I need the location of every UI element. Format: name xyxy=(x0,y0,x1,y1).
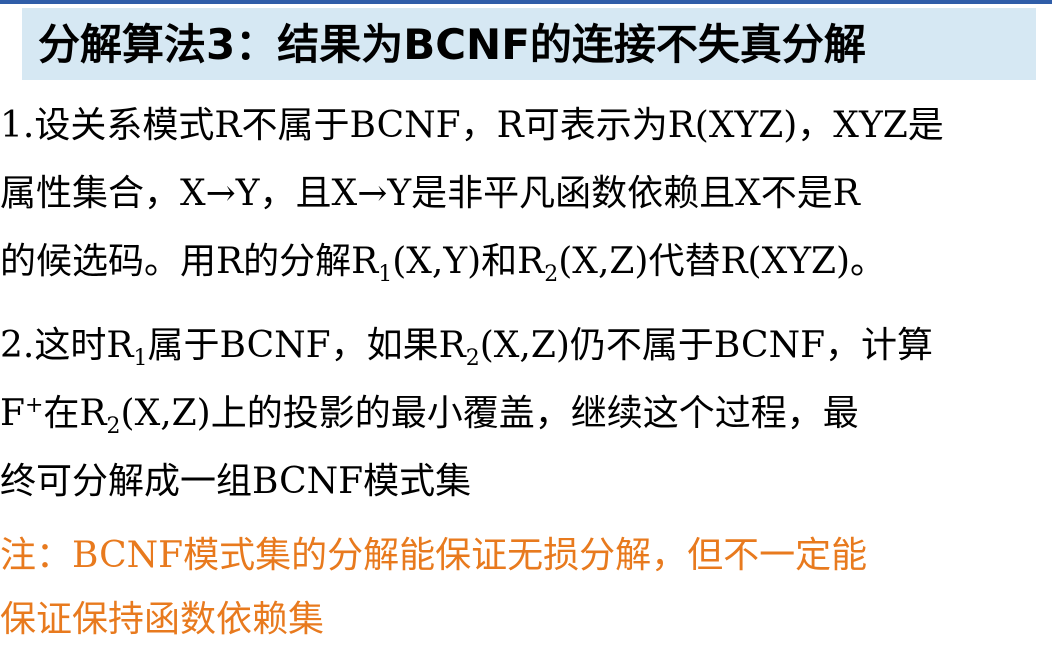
step-1-line-1: 1.设关系模式R不属于BCNF，R可表示为R(XYZ)，XYZ是 xyxy=(0,105,944,146)
note-paragraph: 注：BCNF模式集的分解能保证无损分解，但不一定能 保证保持函数依赖集 xyxy=(0,524,867,652)
top-accent-bar xyxy=(0,0,1052,4)
step-2-line-2: F+在R2(X,Z)上的投影的最小覆盖，继续这个过程，最 xyxy=(0,393,859,440)
slide-title: 分解算法3：结果为BCNF的连接不失真分解 xyxy=(38,20,866,69)
step-1-line-3: 的候选码。用R的分解R1(X,Y)和R2(X,Z)代替R(XYZ)。 xyxy=(0,241,887,288)
step-2-line-3: 终可分解成一组BCNF模式集 xyxy=(0,461,472,502)
note-line-1: 注：BCNF模式集的分解能保证无损分解，但不一定能 xyxy=(0,535,868,576)
note-line-2: 保证保持函数依赖集 xyxy=(0,599,325,640)
paragraph-step-1: 1.设关系模式R不属于BCNF，R可表示为R(XYZ)，XYZ是 属性集合，X→… xyxy=(0,92,944,296)
step-1-line-2: 属性集合，X→Y，且X→Y是非平凡函数依赖且X不是R xyxy=(0,173,860,214)
step-2-line-1: 2.这时R1属于BCNF，如果R2(X,Z)仍不属于BCNF，计算 xyxy=(0,325,934,372)
paragraph-step-2: 2.这时R1属于BCNF，如果R2(X,Z)仍不属于BCNF，计算 F+在R2(… xyxy=(0,312,933,516)
